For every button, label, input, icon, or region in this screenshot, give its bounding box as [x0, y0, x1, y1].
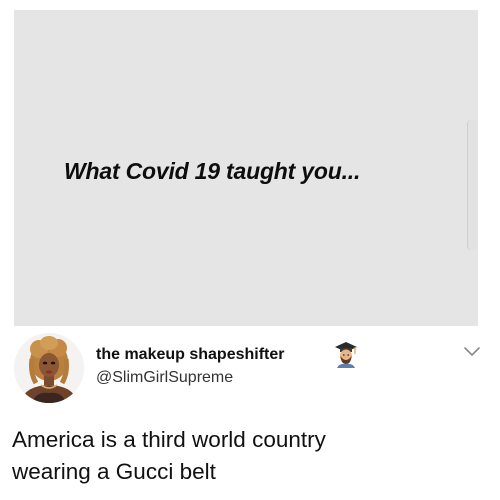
avatar-image: [14, 333, 84, 403]
tweet-text-line: wearing a Gucci belt: [12, 459, 216, 484]
image-scrollbar: [467, 120, 478, 250]
image-card-headline: What Covid 19 taught you...: [64, 158, 361, 184]
avatar[interactable]: [14, 333, 84, 403]
tweet-text: America is a third world country wearing…: [12, 424, 482, 488]
display-name[interactable]: the makeup shapeshifter: [96, 346, 285, 364]
tweet: the makeup shapeshifter @SlimGirlSupreme…: [0, 326, 500, 500]
chevron-down-icon[interactable]: [463, 344, 481, 356]
user-handle[interactable]: @SlimGirlSupreme: [96, 369, 233, 387]
image-card: What Covid 19 taught you...: [14, 10, 478, 326]
tweet-text-line: America is a third world country: [12, 427, 326, 452]
student-emoji-icon: [333, 340, 359, 368]
